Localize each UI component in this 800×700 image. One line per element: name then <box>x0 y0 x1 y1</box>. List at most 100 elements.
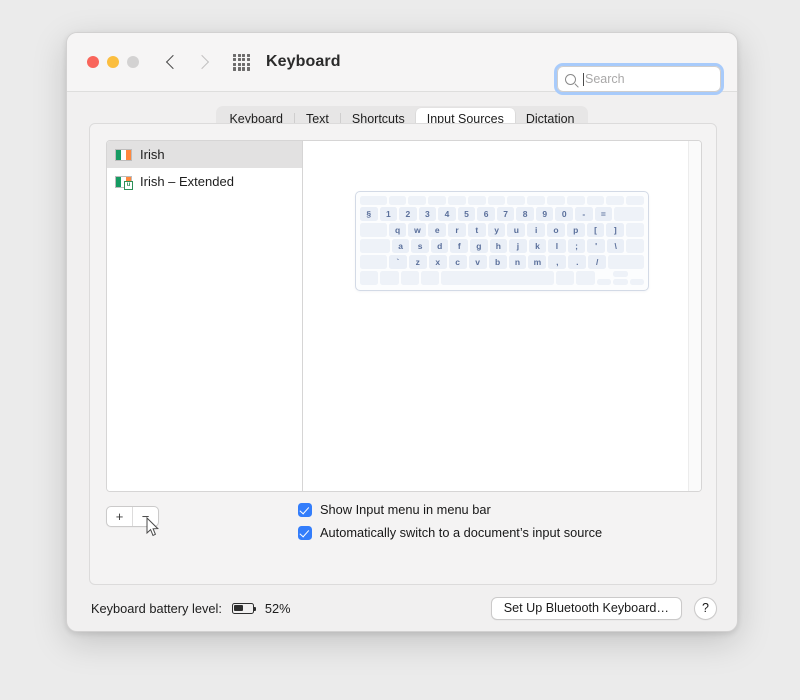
qwerty-row: q w e r t y u i o p [ ] <box>360 223 645 237</box>
key-3: 3 <box>418 207 437 221</box>
key-1: 1 <box>379 207 398 221</box>
key-power <box>626 196 645 205</box>
setup-bluetooth-keyboard-button[interactable]: Set Up Bluetooth Keyboard… <box>490 596 682 620</box>
key-f4 <box>448 196 466 205</box>
key-8: 8 <box>516 207 534 221</box>
key-return-upper <box>626 223 645 237</box>
key-l: l <box>548 239 566 253</box>
list-item[interactable]: Irish <box>107 141 302 168</box>
search-icon <box>565 73 576 85</box>
forward-chevron-icon[interactable] <box>197 56 209 68</box>
key-equals: = <box>594 207 613 221</box>
key-q: q <box>388 223 407 237</box>
key-s: s <box>411 239 429 253</box>
key-g: g <box>470 239 488 253</box>
key-f9 <box>547 196 565 205</box>
all-preferences-grid-icon[interactable] <box>233 53 250 71</box>
key-semicolon: ; <box>567 239 586 253</box>
close-button[interactable] <box>87 56 99 68</box>
key-h: h <box>489 239 508 253</box>
key-arrow-down <box>613 279 628 285</box>
key-delete <box>614 207 644 221</box>
key-slash: / <box>588 255 607 269</box>
preview-scrollbar[interactable] <box>688 141 701 491</box>
irish-flag-icon <box>115 148 132 161</box>
modifier-row <box>360 271 645 285</box>
key-w: w <box>408 223 427 237</box>
keyboard-preferences-window: Keyboard Search Keyboard Text Shortcuts … <box>66 32 738 632</box>
key-n: n <box>508 255 527 269</box>
option-show-input-menu[interactable]: Show Input menu in menu bar <box>298 502 602 517</box>
key-option-left <box>400 271 419 285</box>
bottom-letter-row: ` z x c v b n m , . / <box>360 255 645 269</box>
minimize-button[interactable] <box>107 56 119 68</box>
number-row: § 1 2 3 4 5 6 7 8 9 0 - = <box>360 207 644 221</box>
key-esc <box>360 196 387 205</box>
function-row <box>360 196 645 205</box>
key-d: d <box>430 239 449 253</box>
key-f11 <box>586 196 605 205</box>
key-f2 <box>408 196 427 205</box>
key-capslock <box>360 239 390 253</box>
keyboard-diagram: § 1 2 3 4 5 6 7 8 9 0 - = q w e r t y u … <box>355 191 649 291</box>
key-control <box>380 271 399 285</box>
key-0: 0 <box>555 207 574 221</box>
key-shift-right <box>608 255 645 269</box>
key-fn <box>360 271 379 285</box>
window-titlebar: Keyboard Search <box>67 33 737 95</box>
list-item[interactable]: u Irish – Extended <box>107 168 302 195</box>
irish-flag-icon: u <box>115 175 133 190</box>
page-title: Keyboard <box>266 53 341 70</box>
key-f1 <box>388 196 407 205</box>
search-input[interactable]: Search <box>557 66 721 92</box>
key-minus: - <box>575 207 593 221</box>
key-backtick: ` <box>388 255 407 269</box>
option-label: Show Input menu in menu bar <box>320 502 491 517</box>
key-o: o <box>547 223 565 237</box>
arrow-keys-cluster <box>596 271 645 285</box>
key-f8 <box>527 196 546 205</box>
key-k: k <box>528 239 547 253</box>
key-b: b <box>488 255 507 269</box>
key-x: x <box>428 255 447 269</box>
checkbox-auto-switch[interactable] <box>298 525 312 540</box>
key-bracket-right: ] <box>606 223 625 237</box>
key-return-lower <box>626 239 644 253</box>
key-command-right <box>556 271 575 285</box>
key-6: 6 <box>477 207 495 221</box>
key-4: 4 <box>438 207 456 221</box>
search-field[interactable]: Search <box>554 63 724 95</box>
extended-badge-icon: u <box>124 180 133 190</box>
key-f12 <box>606 196 625 205</box>
key-9: 9 <box>535 207 554 221</box>
key-7: 7 <box>496 207 515 221</box>
zoom-button[interactable] <box>127 56 139 68</box>
key-f7 <box>507 196 526 205</box>
key-r: r <box>448 223 466 237</box>
options-group: Show Input menu in menu bar Automaticall… <box>298 502 602 548</box>
battery-fill <box>234 604 244 612</box>
traffic-lights <box>87 56 139 68</box>
add-input-source-button[interactable]: + <box>107 507 132 526</box>
help-button[interactable]: ? <box>694 596 717 620</box>
list-item-label: Irish – Extended <box>140 174 234 189</box>
key-5: 5 <box>457 207 476 221</box>
input-sources-list[interactable]: Irish u Irish – Extended <box>107 141 303 491</box>
key-2: 2 <box>399 207 417 221</box>
key-c: c <box>448 255 467 269</box>
content-panel: Irish u Irish – Extended § 1 2 3 4 5 6 7… <box>89 123 717 585</box>
checkbox-show-input-menu[interactable] <box>298 502 312 517</box>
key-y: y <box>487 223 506 237</box>
mouse-cursor <box>146 517 159 537</box>
key-a: a <box>391 239 410 253</box>
key-backslash: \ <box>606 239 625 253</box>
option-auto-switch[interactable]: Automatically switch to a document’s inp… <box>298 525 602 540</box>
battery-percent: 52% <box>264 600 291 616</box>
key-v: v <box>468 255 487 269</box>
key-e: e <box>428 223 447 237</box>
input-sources-splitview: Irish u Irish – Extended § 1 2 3 4 5 6 7… <box>106 140 702 492</box>
key-tab <box>360 223 387 237</box>
back-chevron-icon[interactable] <box>165 56 177 68</box>
key-shift-left <box>360 255 387 269</box>
key-p: p <box>566 223 585 237</box>
